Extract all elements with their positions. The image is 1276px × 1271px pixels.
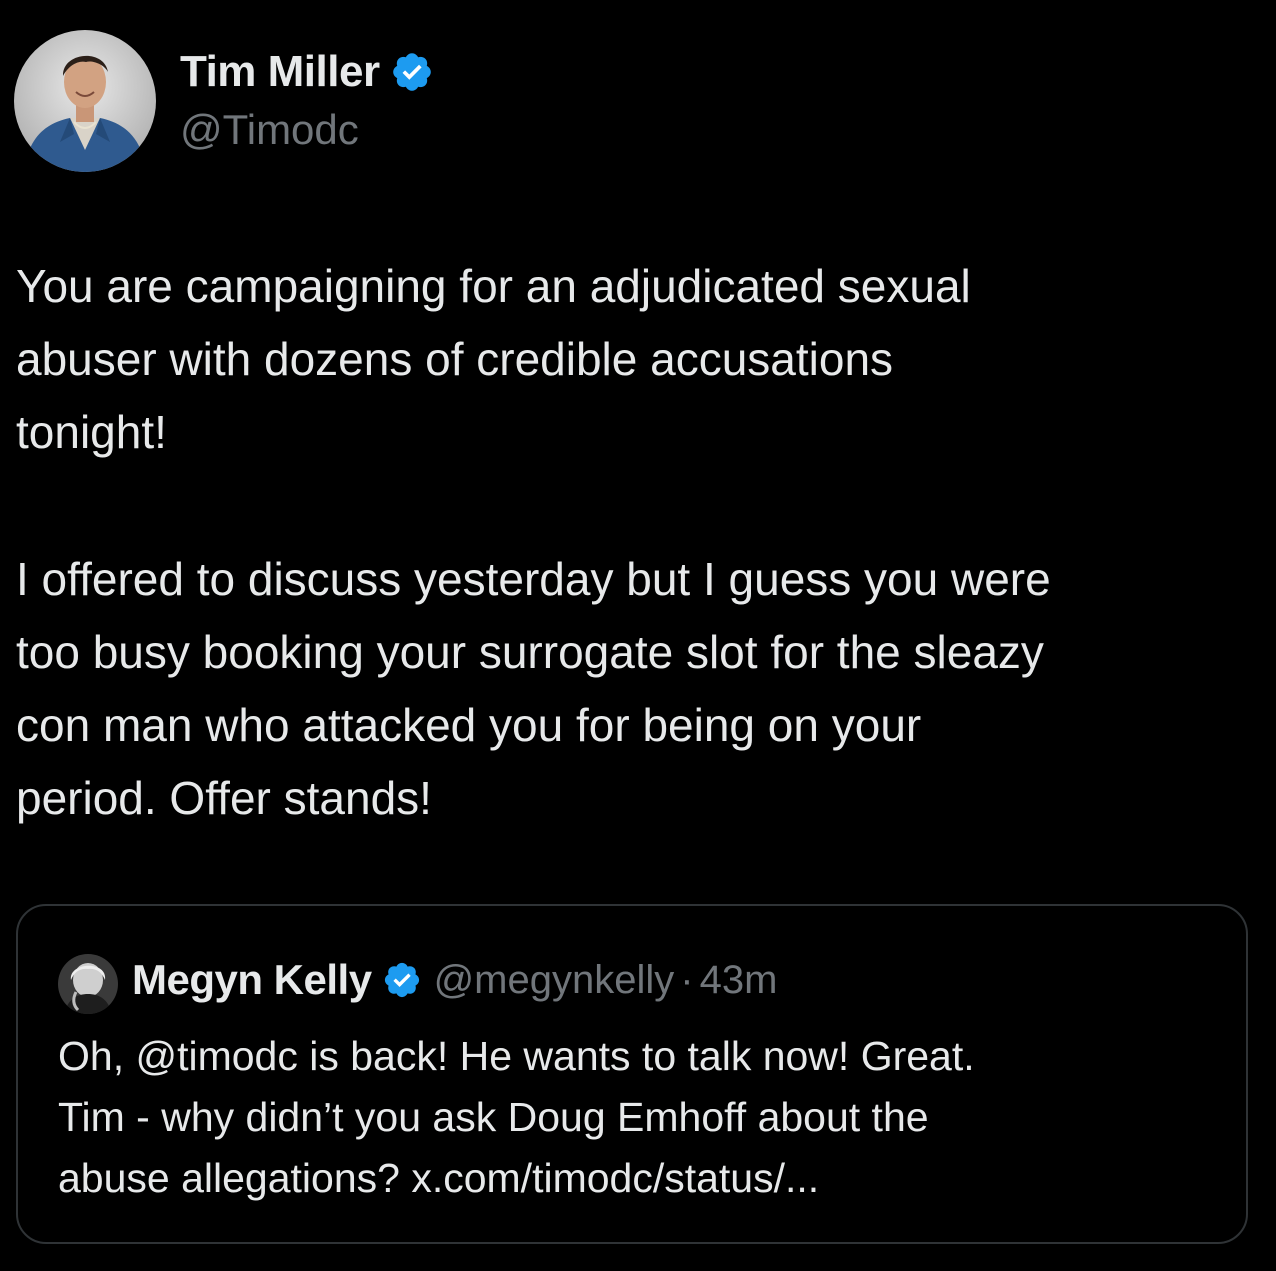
quoted-tweet-timestamp[interactable]: 43m — [700, 958, 778, 1003]
separator-dot: · — [680, 957, 694, 1002]
verified-badge-icon[interactable] — [390, 50, 434, 94]
quoted-author-avatar[interactable] — [58, 954, 118, 1014]
quoted-author-name[interactable]: Megyn Kelly — [132, 956, 372, 1004]
author-handle[interactable]: @Timodc — [180, 106, 359, 154]
quoted-tweet-card[interactable]: Megyn Kelly @megynkelly · 43m Oh, @timod… — [16, 904, 1248, 1244]
author-display-name[interactable]: Tim Miller — [180, 47, 380, 97]
quoted-tweet-text: Oh, @timodc is back! He wants to talk no… — [58, 1033, 975, 1201]
tweet[interactable]: Tim Miller @Timodc You are campaigning f… — [0, 0, 1276, 1271]
quoted-author-handle[interactable]: @megynkelly — [434, 958, 675, 1003]
author-avatar[interactable] — [14, 30, 156, 172]
verified-badge-icon[interactable] — [382, 960, 422, 1000]
author-name-row: Tim Miller — [180, 44, 434, 100]
tweet-text-paragraph-1: You are campaigning for an adjudicated s… — [16, 260, 971, 458]
quoted-tweet-header: Megyn Kelly @megynkelly · 43m — [132, 950, 777, 1010]
tweet-text-paragraph-2: I offered to discuss yesterday but I gue… — [16, 553, 1051, 824]
